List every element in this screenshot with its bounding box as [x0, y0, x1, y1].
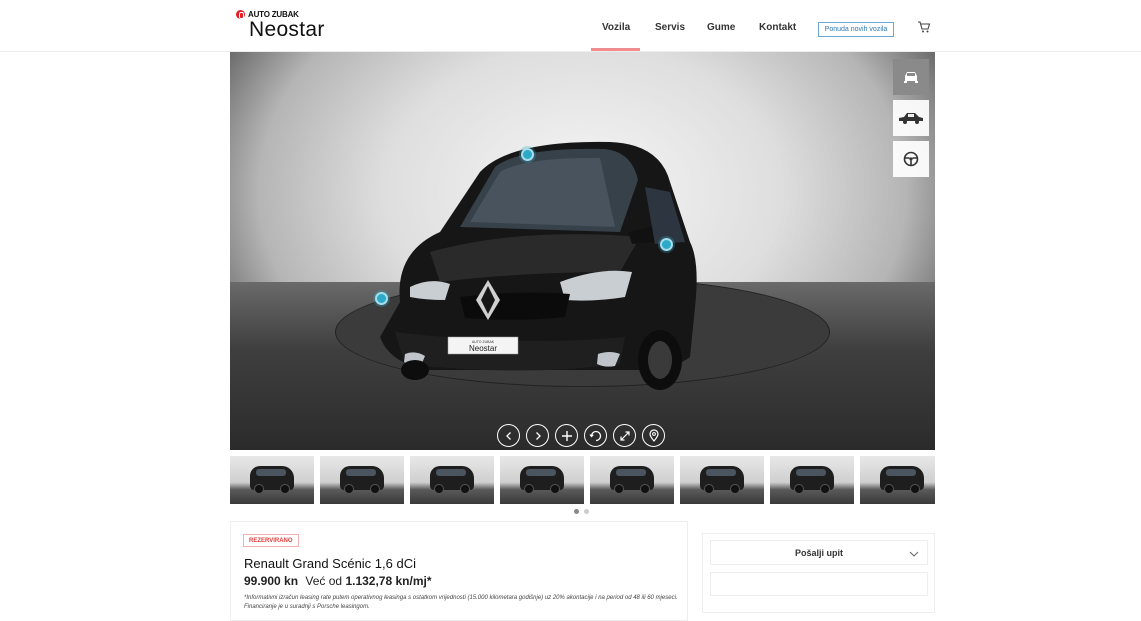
monthly-rate: 1.132,78 kn/mj*	[345, 574, 432, 588]
nav-item-kontakt[interactable]: Kontakt	[759, 22, 796, 33]
location-button[interactable]	[642, 424, 665, 447]
site-logo[interactable]: AUTO ZUBAK Neostar	[236, 10, 325, 42]
pagination-dot-active[interactable]	[574, 509, 579, 514]
viewer-controls	[497, 424, 665, 447]
thumbnail[interactable]	[410, 456, 494, 504]
send-inquiry-toggle[interactable]: Pošalji upit	[710, 540, 928, 565]
expand-icon	[619, 430, 630, 441]
thumbnail[interactable]	[860, 456, 935, 504]
inquiry-field[interactable]	[710, 572, 928, 596]
cart-icon[interactable]	[917, 20, 931, 34]
vehicle-title: Renault Grand Scénic 1,6 dCi	[244, 556, 416, 571]
vehicle-image: AUTO ZUBAK Neostar	[380, 141, 697, 390]
logo-brand-name: Neostar	[249, 18, 325, 41]
steering-wheel-icon	[903, 151, 919, 167]
inquiry-panel: Pošalji upit	[702, 533, 935, 613]
from-label: Već od	[305, 574, 343, 588]
chevron-left-icon	[505, 431, 511, 440]
vehicle-360-viewer[interactable]: AUTO ZUBAK Neostar	[230, 52, 935, 450]
status-badge: REZERVIRANO	[243, 534, 299, 547]
thumbnail[interactable]	[590, 456, 674, 504]
location-pin-icon	[648, 429, 659, 442]
zoom-in-button[interactable]	[555, 424, 578, 447]
hotspot-wheel[interactable]	[660, 238, 673, 251]
new-vehicles-offer-button[interactable]: Ponuda novih vozila	[818, 22, 894, 37]
price-line: 99.900 kn Već od 1.132,78 kn/mj*	[244, 574, 432, 588]
side-view-button[interactable]	[893, 100, 929, 136]
chevron-down-icon	[909, 551, 919, 557]
car-side-icon	[899, 113, 923, 124]
nav-item-servis[interactable]: Servis	[655, 22, 685, 33]
thumbnail[interactable]	[230, 456, 314, 504]
hotspot-headlight[interactable]	[375, 292, 388, 305]
thumbnail[interactable]	[500, 456, 584, 504]
brand-mark-icon	[236, 10, 245, 19]
rotate-icon	[589, 430, 601, 441]
nav-item-vozila[interactable]: Vozila	[602, 22, 630, 33]
hotspot-windshield[interactable]	[521, 148, 534, 161]
leasing-note: *Informativni izračun leasing rate putem…	[244, 595, 678, 610]
gallery-pagination	[574, 509, 589, 514]
plate-brand-name: Neostar	[469, 344, 497, 353]
thumbnail-strip	[230, 456, 935, 504]
vehicle-price: 99.900 kn	[244, 574, 299, 588]
thumbnail[interactable]	[770, 456, 854, 504]
thumbnail[interactable]	[320, 456, 404, 504]
interior-view-button[interactable]	[893, 141, 929, 177]
plus-icon	[561, 430, 572, 441]
car-front-icon	[904, 72, 918, 83]
site-header: AUTO ZUBAK Neostar Vozila Servis Gume Ko…	[0, 0, 1141, 52]
send-inquiry-label: Pošalji upit	[794, 547, 843, 558]
nav-active-indicator	[591, 48, 640, 51]
pagination-dot[interactable]	[584, 509, 589, 514]
rotate-button[interactable]	[584, 424, 607, 447]
nav-item-gume[interactable]: Gume	[707, 22, 735, 33]
previous-button[interactable]	[497, 424, 520, 447]
listing-info-card: REZERVIRANO Renault Grand Scénic 1,6 dCi…	[230, 521, 688, 621]
exterior-view-button[interactable]	[893, 59, 929, 95]
next-button[interactable]	[526, 424, 549, 447]
fullscreen-button[interactable]	[613, 424, 636, 447]
chevron-right-icon	[535, 431, 541, 440]
thumbnail[interactable]	[680, 456, 764, 504]
